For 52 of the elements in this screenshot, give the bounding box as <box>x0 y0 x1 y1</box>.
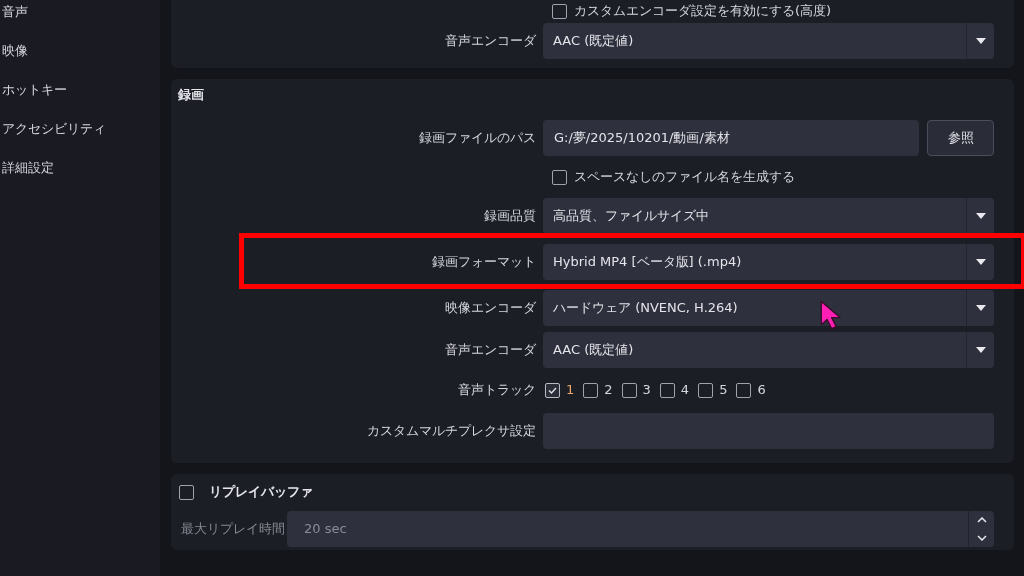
sidebar-item[interactable]: 映像 <box>0 41 160 61</box>
section-title: リプレイバッファ <box>209 483 313 502</box>
field-label: カスタムマルチプレクサ設定 <box>366 422 537 441</box>
checkbox[interactable] <box>698 382 714 398</box>
caret-icon <box>975 347 986 353</box>
track-number: 1 <box>566 381 575 400</box>
track-number: 4 <box>680 381 690 400</box>
track-number: 3 <box>642 381 651 400</box>
caret-icon <box>975 213 986 219</box>
checkbox[interactable] <box>552 169 567 185</box>
field-label: 映像エンコーダ <box>444 299 537 318</box>
checkbox-label: カスタムエンコーダ設定を有効にする(高度) <box>574 2 832 21</box>
caret-icon <box>975 305 986 311</box>
sidebar-item[interactable]: ホットキー <box>0 80 160 100</box>
field-label: 最大リプレイ時間 <box>180 520 286 539</box>
mouse-cursor-icon <box>820 300 842 330</box>
checkbox[interactable] <box>545 382 560 398</box>
dropdown[interactable]: Hybrid MP4 [ベータ版] (.mp4) <box>543 244 994 280</box>
field-label: 録画ファイルのパス <box>418 129 537 148</box>
checkbox[interactable] <box>659 382 675 398</box>
checkbox[interactable] <box>583 382 599 398</box>
sidebar-item[interactable]: 音声 <box>0 2 160 22</box>
path-field[interactable]: G:/夢/2025/10201/動画/素材 <box>543 120 919 156</box>
caret-icon <box>975 259 986 265</box>
checkbox[interactable] <box>552 3 567 19</box>
dropdown[interactable]: AAC (既定値) <box>543 332 994 368</box>
track-number: 2 <box>604 381 613 400</box>
sidebar-item[interactable]: アクセシビリティ <box>0 119 160 139</box>
track-number: 6 <box>757 381 766 400</box>
field-label: 音声エンコーダ <box>444 32 537 51</box>
dropdown-value: Hybrid MP4 [ベータ版] (.mp4) <box>553 253 742 272</box>
track-number: 5 <box>719 381 728 400</box>
field-label: 音声トラック <box>457 381 537 400</box>
dropdown[interactable]: 高品質、ファイルサイズ中 <box>543 198 994 234</box>
field-label: 音声エンコーダ <box>444 341 537 360</box>
dropdown-value: AAC (既定値) <box>553 341 634 360</box>
checkbox[interactable] <box>621 382 637 398</box>
caret-icon <box>975 38 986 44</box>
dropdown[interactable]: ハードウェア (NVENC, H.264) <box>543 290 994 326</box>
checkbox[interactable] <box>179 484 194 500</box>
spin-value: 20 sec <box>303 520 348 539</box>
checkbox[interactable] <box>736 382 752 398</box>
field-label: 録画フォーマット <box>431 253 537 272</box>
section-title: 録画 <box>177 86 205 104</box>
dropdown-value: 高品質、ファイルサイズ中 <box>553 207 709 226</box>
dropdown-value: AAC (既定値) <box>553 32 634 51</box>
dropdown[interactable]: AAC (既定値) <box>543 23 994 59</box>
browse-button[interactable]: 参照 <box>927 120 994 156</box>
dropdown-value: ハードウェア (NVENC, H.264) <box>553 299 738 318</box>
field-label: 録画品質 <box>483 207 537 226</box>
sidebar-item[interactable]: 詳細設定 <box>0 158 160 178</box>
checkbox-label: スペースなしのファイル名を生成する <box>574 168 795 187</box>
